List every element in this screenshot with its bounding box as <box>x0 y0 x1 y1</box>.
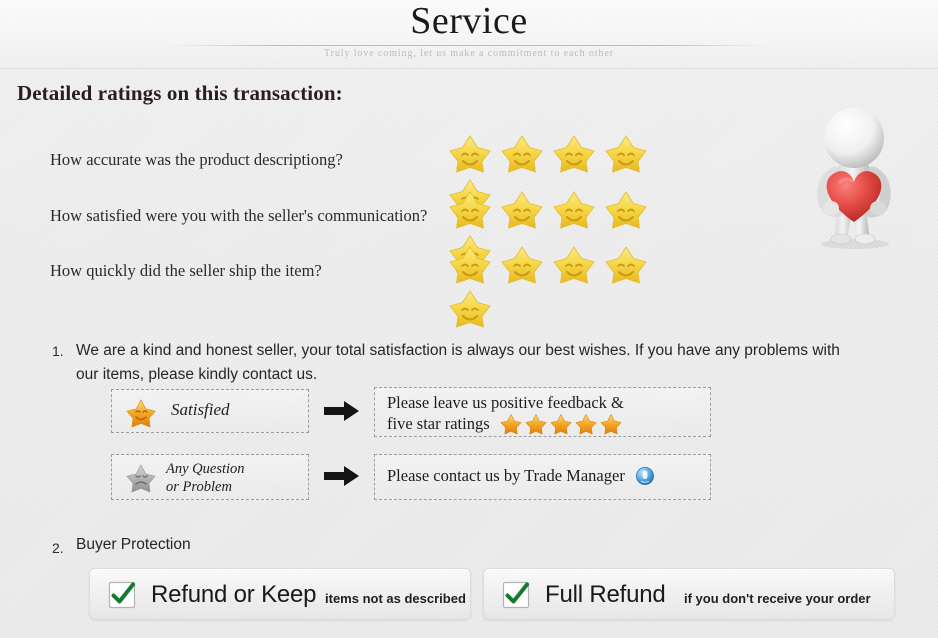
orange-star-icon <box>525 413 547 435</box>
rating-stars[interactable] <box>448 188 688 273</box>
source-label: Satisfied <box>171 400 230 419</box>
orange-star-icon <box>550 413 572 435</box>
protection-title: Refund or Keep <box>151 581 317 608</box>
rating-stars[interactable] <box>448 243 688 328</box>
smiley-star-icon[interactable] <box>448 188 492 232</box>
service-page: Service Truly love coming, let us make a… <box>0 0 938 638</box>
list-text-2: Buyer Protection <box>76 536 191 553</box>
protection-panel-full-refund[interactable]: Full Refund if you don't receive your or… <box>483 568 895 620</box>
page-banner: Service Truly love coming, let us make a… <box>0 0 938 69</box>
banner-subtitle: Truly love coming, let us make a commitm… <box>323 48 615 59</box>
source-label: Any Question or Problem <box>166 460 245 496</box>
rating-stars[interactable] <box>448 132 688 217</box>
target-line2: five star ratings <box>387 414 490 433</box>
rating-row: How satisfied were you with the seller's… <box>50 191 690 273</box>
figure-holding-heart-icon <box>795 98 925 250</box>
rating-question: How quickly did the seller ship the item… <box>50 261 322 280</box>
smiley-star-icon[interactable] <box>448 243 492 287</box>
orange-star-icon <box>500 413 522 435</box>
source-label-line2: or Problem <box>166 479 232 495</box>
smiley-star-icon[interactable] <box>500 243 544 287</box>
orange-star-icon <box>600 413 622 435</box>
target-box-feedback[interactable]: Please leave us positive feedback & five… <box>374 387 711 437</box>
smiley-star-icon[interactable] <box>552 243 596 287</box>
rating-question: How accurate was the product description… <box>50 150 343 169</box>
target-box-contact[interactable]: Please contact us by Trade Manager <box>374 454 711 500</box>
list-number-2: 2. <box>52 540 64 556</box>
smiley-star-icon[interactable] <box>448 132 492 176</box>
smiley-star-icon[interactable] <box>448 287 492 331</box>
rating-question: How satisfied were you with the seller's… <box>50 206 428 225</box>
green-check-icon <box>502 581 531 610</box>
target-text: Please leave us positive feedback & five… <box>387 392 624 440</box>
target-line1: Please leave us positive feedback & <box>387 393 624 412</box>
arrow-right-icon <box>322 465 362 487</box>
smiley-star-icon[interactable] <box>500 188 544 232</box>
protection-subtitle: items not as described <box>325 591 466 606</box>
list-text-1: We are a kind and honest seller, your to… <box>76 342 840 383</box>
page-title: Service <box>410 0 528 42</box>
rating-row: How quickly did the seller ship the item… <box>50 246 690 328</box>
trade-manager-icon[interactable] <box>635 466 655 486</box>
source-box-question[interactable]: Any Question or Problem <box>111 454 309 500</box>
ratings-heading: Detailed ratings on this transaction: <box>17 81 343 105</box>
rating-row: How accurate was the product description… <box>50 135 690 217</box>
contact-label: Please contact us by Trade Manager <box>387 466 625 485</box>
sad-star-icon <box>126 463 156 493</box>
orange-star-icon <box>575 413 597 435</box>
source-label-line1: Any Question <box>166 461 245 477</box>
smiley-star-icon[interactable] <box>604 188 648 232</box>
orange-star-rating <box>500 413 622 440</box>
target-text-contact: Please contact us by Trade Manager <box>387 466 655 486</box>
protection-panel-refund-or-keep[interactable]: Refund or Keep items not as described <box>89 568 471 620</box>
green-check-icon <box>108 581 137 610</box>
smiley-star-icon[interactable] <box>604 243 648 287</box>
list-number-1: 1. <box>52 343 64 359</box>
protection-subtitle: if you don't receive your order <box>684 591 871 606</box>
arrow-right-icon <box>322 400 362 422</box>
smiley-star-icon[interactable] <box>500 132 544 176</box>
smiley-star-icon[interactable] <box>552 188 596 232</box>
protection-title: Full Refund <box>545 581 666 608</box>
happy-star-icon <box>126 398 156 428</box>
source-box-satisfied[interactable]: Satisfied <box>111 389 309 433</box>
smiley-star-icon[interactable] <box>604 132 648 176</box>
smiley-star-icon[interactable] <box>552 132 596 176</box>
